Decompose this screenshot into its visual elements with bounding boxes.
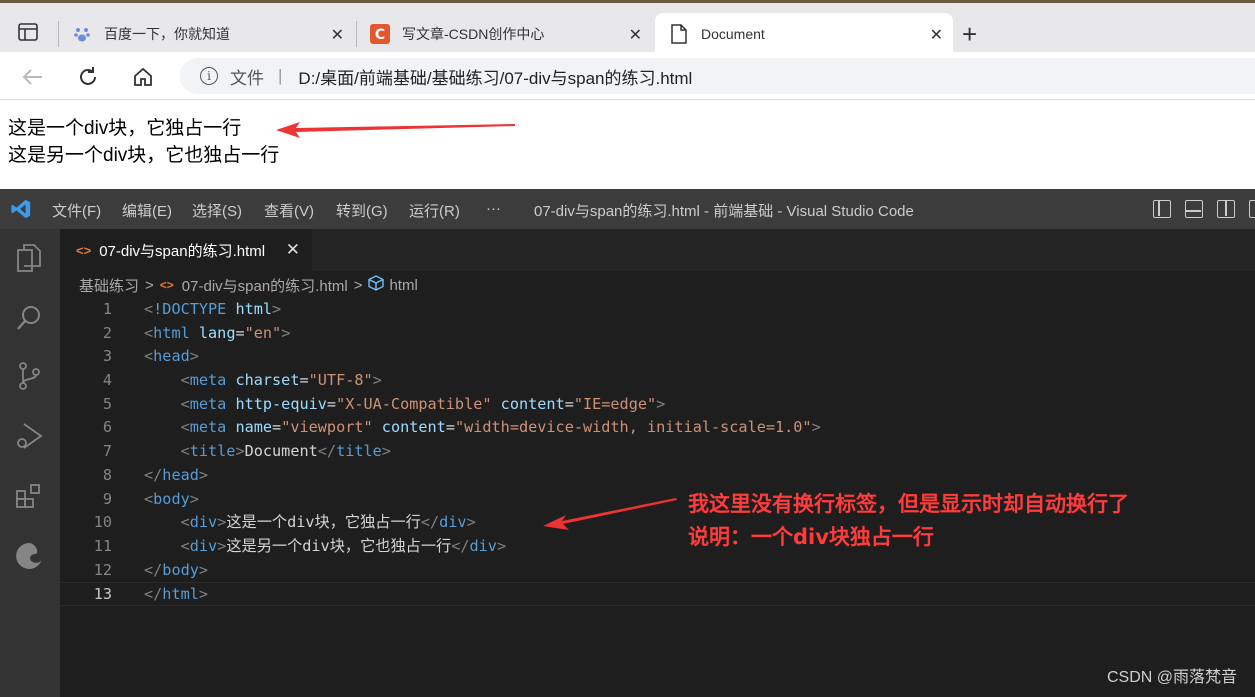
- back-arrow-icon[interactable]: [18, 62, 48, 92]
- svg-text:C: C: [375, 27, 385, 43]
- code-line: 6 <meta name="viewport" content="width=d…: [60, 416, 1255, 440]
- customize-layout-icon[interactable]: [1249, 200, 1255, 218]
- source-control-icon[interactable]: [12, 359, 46, 393]
- menu-view[interactable]: 查看(V): [264, 200, 314, 221]
- annotation-arrow-top: [276, 122, 515, 138]
- code-line: 4 <meta charset="UTF-8">: [60, 369, 1255, 393]
- close-tab-icon[interactable]: ✕: [930, 25, 943, 45]
- html-file-icon: <>: [76, 243, 92, 258]
- browser-toolbar: i 文件 | D:/桌面/前端基础/基础练习/07-div与span的练习.ht…: [0, 52, 1255, 100]
- menu-go[interactable]: 转到(G): [336, 200, 388, 221]
- home-icon[interactable]: [128, 62, 158, 92]
- line-number: 6: [102, 418, 112, 437]
- vscode-window: 文件(F) 编辑(E) 选择(S) 查看(V) 转到(G) 运行(R) ··· …: [0, 189, 1255, 697]
- browser-tab-strip: 百度一下，你就知道 ✕ C 写文章-CSDN创作中心 ✕ Document ✕ …: [0, 0, 1255, 55]
- explorer-icon[interactable]: [12, 241, 46, 275]
- editor-tab-active[interactable]: <> 07-div与span的练习.html ✕: [60, 229, 312, 271]
- file-scheme-label: 文件: [230, 68, 264, 88]
- run-debug-icon[interactable]: [12, 419, 46, 453]
- breadcrumb-file[interactable]: 07-div与span的练习.html: [182, 275, 348, 296]
- code-line: 2 <html lang="en">: [60, 322, 1255, 346]
- line-number: 13: [93, 585, 112, 604]
- window-title: 07-div与span的练习.html - 前端基础 - Visual Stud…: [534, 203, 914, 220]
- code-line: 11 <div>这是另一个div块，它也独占一行</div>: [60, 535, 1255, 559]
- csdn-logo-icon: C: [370, 24, 390, 44]
- address-bar[interactable]: i 文件 | D:/桌面/前端基础/基础练习/07-div与span的练习.ht…: [180, 58, 1255, 94]
- editor-tab-label: 07-div与span的练习.html: [99, 243, 266, 260]
- search-icon[interactable]: [12, 301, 46, 335]
- code-line-current: 13 </html>: [60, 582, 1255, 606]
- breadcrumb: 基础练习 > <> 07-div与span的练习.html > html: [79, 274, 418, 296]
- code-line: 5 <meta http-equiv="X-UA-Compatible" con…: [60, 393, 1255, 417]
- info-icon[interactable]: i: [200, 67, 218, 85]
- tab-csdn[interactable]: C 写文章-CSDN创作中心 ✕: [356, 13, 652, 55]
- activity-bar: [0, 229, 60, 697]
- symbol-cube-icon: [368, 275, 385, 295]
- breadcrumb-separator: >: [353, 276, 363, 294]
- code-editor[interactable]: 1 <!DOCTYPE html> 2 <html lang="en"> 3 <hea…: [60, 298, 1255, 606]
- line-number: 5: [102, 394, 112, 413]
- breadcrumb-symbol[interactable]: html: [389, 277, 417, 294]
- menu-edit[interactable]: 编辑(E): [122, 200, 172, 221]
- line-number: 11: [93, 536, 112, 555]
- new-tab-button[interactable]: +: [962, 21, 977, 47]
- editor-tabs-bar: <> 07-div与span的练习.html ✕: [60, 229, 1255, 271]
- breadcrumb-folder[interactable]: 基础练习: [79, 275, 139, 296]
- line-number: 12: [93, 560, 112, 579]
- vscode-titlebar: 文件(F) 编辑(E) 选择(S) 查看(V) 转到(G) 运行(R) ··· …: [0, 189, 1255, 229]
- line-number: 4: [102, 371, 112, 390]
- toggle-secondary-sidebar-icon[interactable]: [1217, 200, 1235, 218]
- code-line: 8 </head>: [60, 464, 1255, 488]
- menu-file[interactable]: 文件(F): [52, 200, 101, 221]
- toggle-panel-icon[interactable]: [1185, 200, 1203, 218]
- close-tab-icon[interactable]: ✕: [331, 25, 344, 45]
- annotation-text-line-1: 我这里没有换行标签，但是显示时却自动换行了: [688, 492, 1129, 516]
- tab-baidu[interactable]: 百度一下，你就知道 ✕: [58, 13, 354, 55]
- line-number: 8: [102, 465, 112, 484]
- document-icon: [669, 24, 689, 44]
- annotation-text-line-2: 说明：一个div块独占一行: [688, 525, 934, 549]
- close-editor-icon[interactable]: ✕: [286, 240, 300, 260]
- close-tab-icon[interactable]: ✕: [629, 25, 642, 45]
- watermark: CSDN @雨落梵音: [1106, 669, 1237, 686]
- menu-run[interactable]: 运行(R): [409, 200, 460, 221]
- tab-title: 写文章-CSDN创作中心: [402, 26, 545, 42]
- line-number: 7: [102, 442, 112, 461]
- tab-title: Document: [701, 26, 765, 42]
- breadcrumb-separator: >: [145, 276, 154, 294]
- menu-more[interactable]: ···: [486, 200, 501, 217]
- extensions-icon[interactable]: [12, 479, 46, 513]
- vscode-logo-icon: [11, 199, 31, 219]
- baidu-paw-icon: [72, 24, 92, 44]
- code-line: 3 <head>: [60, 345, 1255, 369]
- toggle-sidebar-icon[interactable]: [1153, 200, 1171, 218]
- line-number: 3: [102, 347, 112, 366]
- address-separator: |: [278, 66, 283, 85]
- menu-selection[interactable]: 选择(S): [192, 200, 242, 221]
- tab-title: 百度一下，你就知道: [104, 26, 230, 42]
- url-text[interactable]: D:/桌面/前端基础/基础练习/07-div与span的练习.html: [298, 64, 692, 89]
- line-number: 1: [102, 300, 112, 318]
- tab-document[interactable]: Document ✕: [655, 13, 953, 55]
- page-div-line-2: 这是另一个div块，它也独占一行: [8, 145, 280, 166]
- tab-actions-icon[interactable]: [10, 17, 46, 47]
- rendered-page: 这是一个div块，它独占一行 这是另一个div块，它也独占一行: [0, 101, 1255, 189]
- edge-devtools-icon[interactable]: [12, 539, 46, 573]
- line-number: 10: [93, 513, 112, 532]
- html-file-icon: <>: [159, 278, 174, 292]
- page-div-line-1: 这是一个div块，它独占一行: [8, 118, 242, 139]
- line-number: 9: [102, 489, 112, 508]
- annotation-arrow-code: [543, 498, 677, 530]
- code-line: 7 <title>Document</title>: [60, 440, 1255, 464]
- code-line: 12 </body>: [60, 559, 1255, 583]
- line-number: 2: [102, 323, 112, 342]
- refresh-icon[interactable]: [73, 62, 103, 92]
- code-line: 1 <!DOCTYPE html>: [60, 298, 1255, 322]
